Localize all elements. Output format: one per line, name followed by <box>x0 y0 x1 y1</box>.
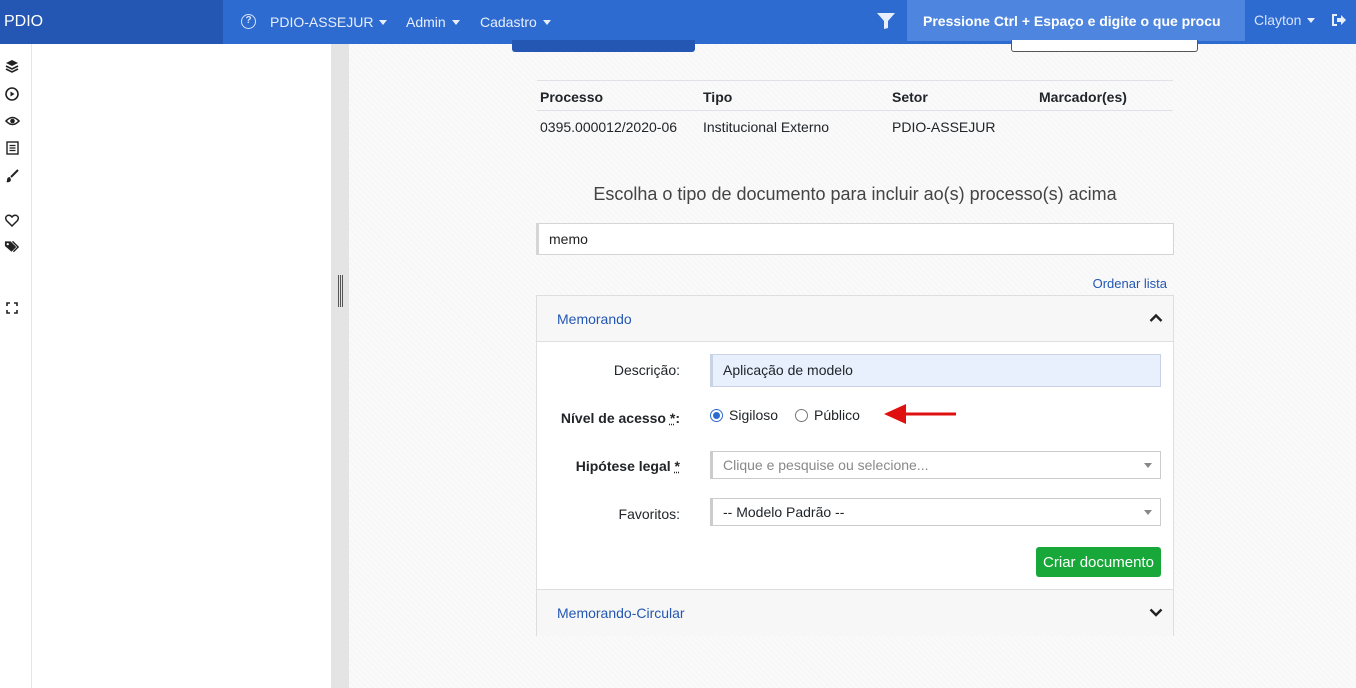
chevron-up-icon[interactable] <box>1149 310 1163 326</box>
column-header: Marcador(es) <box>1036 80 1173 111</box>
accordion-title: Memorando-Circular <box>557 605 685 621</box>
radio-button[interactable] <box>795 408 808 422</box>
document-type-filter-input[interactable]: memo <box>536 223 1174 255</box>
radio-sigiloso-label: Sigiloso <box>729 407 779 423</box>
column-header: Processo <box>537 80 700 111</box>
unit-menu[interactable]: PDIO-ASSEJUR <box>270 0 388 44</box>
process-sector-cell: PDIO-ASSEJUR <box>892 119 996 135</box>
required-marker: * <box>674 458 680 474</box>
accordion-item-memorando-circular: Memorando-Circular <box>536 590 1174 636</box>
favoritos-label: Favoritos: <box>618 506 680 522</box>
favoritos-select[interactable]: -- Modelo Padrão -- <box>710 498 1161 526</box>
heart-icon[interactable] <box>4 212 20 228</box>
brand-logo[interactable]: PDIO <box>0 0 223 44</box>
expand-icon[interactable] <box>4 300 20 316</box>
hipotese-legal-select[interactable]: Clique e pesquise ou selecione... <box>710 451 1161 479</box>
help-icon[interactable]: ? <box>241 14 256 29</box>
select-placeholder: Clique e pesquise ou selecione... <box>723 457 929 473</box>
table-header-row: Processo Tipo Setor Marcador(es) <box>537 80 1173 111</box>
descricao-label: Descrição: <box>613 362 680 378</box>
radio-button-checked[interactable] <box>710 408 723 422</box>
icon-rail <box>0 44 32 688</box>
pane-splitter[interactable] <box>331 44 349 688</box>
radio-publico-label: Público <box>814 407 860 423</box>
choose-document-title: Escolha o tipo de documento para incluir… <box>593 184 1117 204</box>
brush-icon[interactable] <box>4 168 20 184</box>
radio-publico[interactable]: Público <box>795 407 860 423</box>
nivel-acesso-label: Nível de acesso *: <box>537 410 680 426</box>
chevron-down-icon <box>379 19 388 25</box>
column-header: Tipo <box>700 80 889 111</box>
chevron-down-icon <box>1307 17 1316 23</box>
hipotese-legal-label: Hipótese legal * <box>537 458 680 474</box>
filter-icon[interactable] <box>876 12 896 30</box>
eye-icon[interactable] <box>4 113 20 129</box>
nivel-acesso-label-text: Nível de acesso <box>560 410 666 426</box>
accordion-header-memorando[interactable]: Memorando <box>537 296 1173 342</box>
admin-menu-label: Admin <box>406 14 446 30</box>
label-suffix: : <box>675 410 680 426</box>
hipotese-legal-label-text: Hipótese legal <box>575 458 671 474</box>
accordion-item-memorando: Memorando Descrição: Aplicação de modelo… <box>536 295 1174 590</box>
toolbar-button-secondary[interactable] <box>1011 40 1198 52</box>
select-value: -- Modelo Padrão -- <box>723 504 845 520</box>
accordion-title: Memorando <box>557 310 632 327</box>
admin-menu[interactable]: Admin <box>406 0 460 44</box>
table-row: 0395.000012/2020-06 Institucional Extern… <box>537 111 1173 144</box>
process-table: Processo Tipo Setor Marcador(es) 0395.00… <box>537 80 1173 143</box>
chevron-down-icon[interactable] <box>1149 604 1163 620</box>
cadastro-menu-label: Cadastro <box>480 14 537 30</box>
descricao-input[interactable]: Aplicação de modelo <box>710 354 1161 387</box>
splitter-grip[interactable] <box>338 275 343 307</box>
create-document-button[interactable]: Criar documento <box>1036 547 1161 577</box>
process-number-cell: 0395.000012/2020-06 <box>540 119 678 135</box>
tags-icon[interactable] <box>4 239 20 255</box>
order-list-link[interactable]: Ordenar lista <box>1049 276 1167 291</box>
annotation-arrow-icon <box>884 404 956 424</box>
cadastro-menu[interactable]: Cadastro <box>480 0 551 44</box>
layers-icon[interactable] <box>4 58 20 74</box>
list-icon[interactable] <box>4 140 20 156</box>
user-menu-label: Clayton <box>1254 12 1302 28</box>
main-content: Processo Tipo Setor Marcador(es) 0395.00… <box>349 40 1356 688</box>
unit-menu-label: PDIO-ASSEJUR <box>270 14 374 30</box>
toolbar-button-primary[interactable] <box>512 40 695 52</box>
column-header: Setor <box>889 80 1036 111</box>
user-menu[interactable]: Clayton <box>1254 0 1316 42</box>
global-search-input[interactable]: Pressione Ctrl + Espaço e digite o que p… <box>907 0 1245 41</box>
chevron-down-icon <box>1144 510 1152 515</box>
process-tree-pane <box>32 44 331 688</box>
logout-icon[interactable] <box>1330 12 1348 28</box>
process-markers-cell <box>1036 111 1173 144</box>
process-type-cell: Institucional Externo <box>703 119 830 135</box>
radio-sigiloso[interactable]: Sigiloso <box>710 407 778 423</box>
accordion-header-memorando-circular[interactable]: Memorando-Circular <box>537 590 1173 636</box>
chevron-down-icon <box>1144 463 1152 468</box>
chevron-down-icon <box>451 19 460 25</box>
chevron-down-icon <box>542 19 551 25</box>
play-circle-icon[interactable] <box>4 86 20 102</box>
